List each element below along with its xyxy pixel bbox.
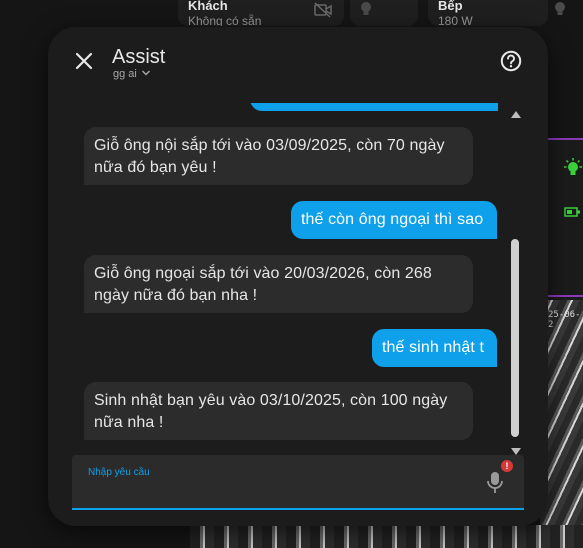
request-input[interactable]: Nhập yêu cầu ! (72, 455, 524, 510)
lightbulb-icon[interactable] (552, 1, 570, 17)
help-circle-icon (500, 50, 522, 77)
microphone-button[interactable] (484, 469, 506, 495)
bg-card-title: Khách (188, 0, 228, 13)
close-icon (75, 52, 93, 75)
bg-card-subtitle: 180 W (438, 14, 473, 26)
chevron-down-icon (141, 68, 151, 80)
scroll-down-arrow[interactable] (511, 448, 521, 455)
pipeline-name: gg ai (113, 68, 137, 80)
bg-card-subtitle: Không có sẵn (188, 14, 262, 26)
user-message: thế còn ông ngoại thì sao (291, 201, 497, 239)
conversation-list[interactable]: Giỗ ông nội sắp tới vào 03/09/2025, còn … (84, 103, 510, 458)
microphone-icon (484, 472, 506, 499)
assistant-message: Giỗ ông ngoại sắp tới vào 20/03/2026, cò… (84, 255, 473, 313)
bg-camera-timestamp: 25-06-2 (548, 310, 581, 330)
scroll-up-arrow[interactable] (511, 111, 521, 118)
request-input-label: Nhập yêu cầu (88, 467, 150, 478)
user-message: thế sinh nhật t (372, 329, 497, 367)
user-message (250, 103, 498, 111)
assistant-message: Sinh nhật bạn yêu vào 03/10/2025, còn 10… (84, 382, 473, 440)
dialog-title: Assist (112, 46, 166, 68)
lightbulb-on-icon[interactable] (563, 158, 583, 178)
battery-icon (564, 205, 582, 217)
bg-card-title: Bếp (438, 0, 463, 13)
help-button[interactable] (498, 50, 524, 76)
close-button[interactable] (70, 49, 98, 77)
scrollbar-thumb[interactable] (511, 239, 519, 437)
bg-card-bep[interactable]: Bếp 180 W (428, 0, 548, 26)
assist-dialog: Assist gg ai Giỗ ông nội sắp tới vào 03/… (48, 27, 548, 526)
assistant-message: Giỗ ông nội sắp tới vào 03/09/2025, còn … (84, 127, 473, 185)
conversation-scrollbar[interactable] (509, 109, 523, 455)
lightbulb-icon[interactable] (358, 1, 376, 17)
bg-camera-image (190, 525, 583, 548)
pipeline-selector[interactable]: gg ai (113, 68, 151, 80)
camera-off-icon[interactable] (314, 2, 332, 18)
warning-badge: ! (501, 460, 513, 472)
